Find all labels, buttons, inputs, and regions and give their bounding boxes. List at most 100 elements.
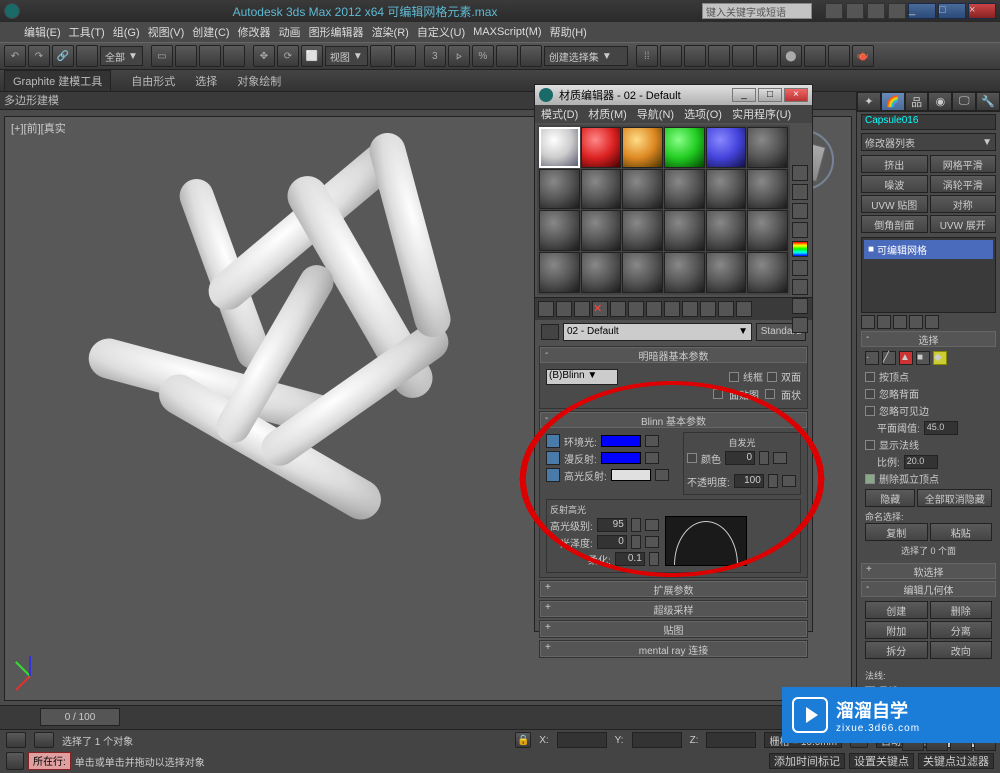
rollout-mental-ray[interactable]: +mental ray 连接 xyxy=(540,641,807,657)
mat-reset-map[interactable]: ✕ xyxy=(592,301,608,317)
opacity-spinner[interactable]: 100 xyxy=(734,474,764,488)
modifier-stack[interactable]: ■ 可编辑网格 xyxy=(861,237,996,313)
material-slot[interactable] xyxy=(664,169,705,210)
stack-editable-mesh[interactable]: ■ 可编辑网格 xyxy=(864,240,993,259)
diffuse-map-button[interactable] xyxy=(645,452,659,464)
hide-button[interactable]: 隐藏 xyxy=(865,489,915,507)
select-name-button[interactable] xyxy=(175,45,197,67)
star-icon[interactable] xyxy=(867,3,885,19)
curve-editor[interactable] xyxy=(732,45,754,67)
mod-uvwunwrap[interactable]: UVW 展开 xyxy=(930,215,997,233)
graphite-tab-selection[interactable]: 选择 xyxy=(195,73,217,89)
lock-icon[interactable]: 🔒 xyxy=(515,732,531,748)
self-illum-color-chk[interactable] xyxy=(687,453,697,463)
set-key-button[interactable]: 设置关键点 xyxy=(849,753,914,769)
material-slot[interactable] xyxy=(706,127,747,168)
sub-vertex-icon[interactable]: · xyxy=(865,351,879,365)
attach-button[interactable]: 附加 xyxy=(865,621,928,639)
mat-pick-button[interactable] xyxy=(541,324,559,340)
diffuse-color-swatch[interactable] xyxy=(601,452,641,464)
material-slot[interactable] xyxy=(622,252,663,293)
mat-menu-utilities[interactable]: 实用程序(U) xyxy=(732,106,791,122)
spinner-arrows[interactable] xyxy=(759,451,769,465)
align-button[interactable] xyxy=(660,45,682,67)
mat-close-button[interactable]: × xyxy=(784,88,808,102)
menu-help[interactable]: 帮助(H) xyxy=(550,24,587,40)
specular-lock-icon[interactable] xyxy=(546,468,560,482)
mat-side-sample-type[interactable] xyxy=(792,165,808,181)
hierarchy-tab-icon[interactable]: 品 xyxy=(905,92,929,111)
paste-sel-button[interactable]: 粘贴 xyxy=(930,523,993,541)
material-slot[interactable] xyxy=(622,210,663,251)
menu-views[interactable]: 视图(V) xyxy=(148,24,185,40)
material-slot[interactable] xyxy=(581,252,622,293)
mat-side-backlight[interactable] xyxy=(792,184,808,200)
material-name-input[interactable]: 02 - Default▼ xyxy=(563,323,752,341)
mat-get-material[interactable] xyxy=(538,301,554,317)
material-slot[interactable] xyxy=(539,169,580,210)
y-coord-field[interactable] xyxy=(632,732,682,748)
material-slot[interactable] xyxy=(539,210,580,251)
material-slot[interactable] xyxy=(706,169,747,210)
mod-extrude[interactable]: 挤出 xyxy=(861,155,928,173)
make-unique-icon[interactable] xyxy=(893,315,907,329)
rollout-extended[interactable]: +扩展参数 xyxy=(540,581,807,597)
mat-side-uv-tiling[interactable] xyxy=(792,222,808,238)
ambient-lock-icon[interactable] xyxy=(546,434,560,448)
remove-modifier-icon[interactable] xyxy=(909,315,923,329)
mat-show-in-viewport[interactable] xyxy=(682,301,698,317)
spec-level-spinner[interactable]: 95 xyxy=(597,518,627,532)
diffuse-lock-icon[interactable] xyxy=(546,451,560,465)
face-map-checkbox[interactable] xyxy=(713,389,723,399)
key-filters-button[interactable]: 关键点过滤器 xyxy=(918,753,994,769)
render-setup[interactable] xyxy=(804,45,826,67)
manipulate-button[interactable] xyxy=(394,45,416,67)
mat-side-map-navigator[interactable] xyxy=(792,317,808,333)
mat-put-library[interactable] xyxy=(646,301,662,317)
menu-tools[interactable]: 工具(T) xyxy=(69,24,105,40)
modifier-list-dropdown[interactable]: 修改器列表▼ xyxy=(861,133,996,151)
ambient-color-swatch[interactable] xyxy=(601,435,641,447)
select-button[interactable]: ▭ xyxy=(151,45,173,67)
mat-menu-options[interactable]: 选项(O) xyxy=(684,106,722,122)
mat-side-preview[interactable] xyxy=(792,260,808,276)
graphite-tab-freeform[interactable]: 自由形式 xyxy=(131,73,175,89)
render-production[interactable]: 🫖 xyxy=(852,45,874,67)
motion-tab-icon[interactable]: ◉ xyxy=(928,92,952,111)
configure-sets-icon[interactable] xyxy=(925,315,939,329)
create-tab-icon[interactable]: ✦ xyxy=(857,92,881,111)
mat-side-background[interactable] xyxy=(792,203,808,219)
material-slot[interactable] xyxy=(747,127,788,168)
sub-poly-icon[interactable]: ■ xyxy=(916,351,930,365)
soften-spinner[interactable]: 0.1 xyxy=(615,552,645,566)
normal-scale-spinner[interactable]: 20.0 xyxy=(904,455,938,469)
rotate-button[interactable]: ⟳ xyxy=(277,45,299,67)
viewport-label[interactable]: [+][前][真实 xyxy=(11,120,66,136)
detach-button[interactable]: 分离 xyxy=(930,621,993,639)
rollout-edit-geo-hdr[interactable]: -编辑几何体 xyxy=(861,581,996,597)
mod-symmetry[interactable]: 对称 xyxy=(930,195,997,213)
layers-button[interactable] xyxy=(684,45,706,67)
prompt-row-button[interactable]: 所在行: xyxy=(28,752,71,770)
minimize-button[interactable]: _ xyxy=(908,3,936,19)
mat-material-id[interactable] xyxy=(664,301,680,317)
sub-element-icon[interactable]: ◆ xyxy=(933,351,947,365)
material-slot[interactable] xyxy=(706,210,747,251)
spinner-snap[interactable] xyxy=(496,45,518,67)
ignore-vis-chk[interactable] xyxy=(865,406,875,416)
spec-level-map[interactable] xyxy=(645,519,659,531)
select-region-button[interactable] xyxy=(199,45,221,67)
mat-go-parent[interactable] xyxy=(718,301,734,317)
mat-menu-nav[interactable]: 导航(N) xyxy=(637,106,674,122)
faceted-checkbox[interactable] xyxy=(765,389,775,399)
menu-modifiers[interactable]: 修改器 xyxy=(238,24,271,40)
mat-go-forward[interactable] xyxy=(736,301,752,317)
mat-side-by-object[interactable] xyxy=(792,298,808,314)
object-name-field[interactable]: Capsule016 xyxy=(861,114,996,130)
spinner-arrows[interactable] xyxy=(631,518,641,532)
help-icon[interactable] xyxy=(825,3,843,19)
gloss-map[interactable] xyxy=(645,536,659,548)
z-coord-field[interactable] xyxy=(706,732,756,748)
material-slot[interactable] xyxy=(581,210,622,251)
material-slot[interactable] xyxy=(622,127,663,168)
